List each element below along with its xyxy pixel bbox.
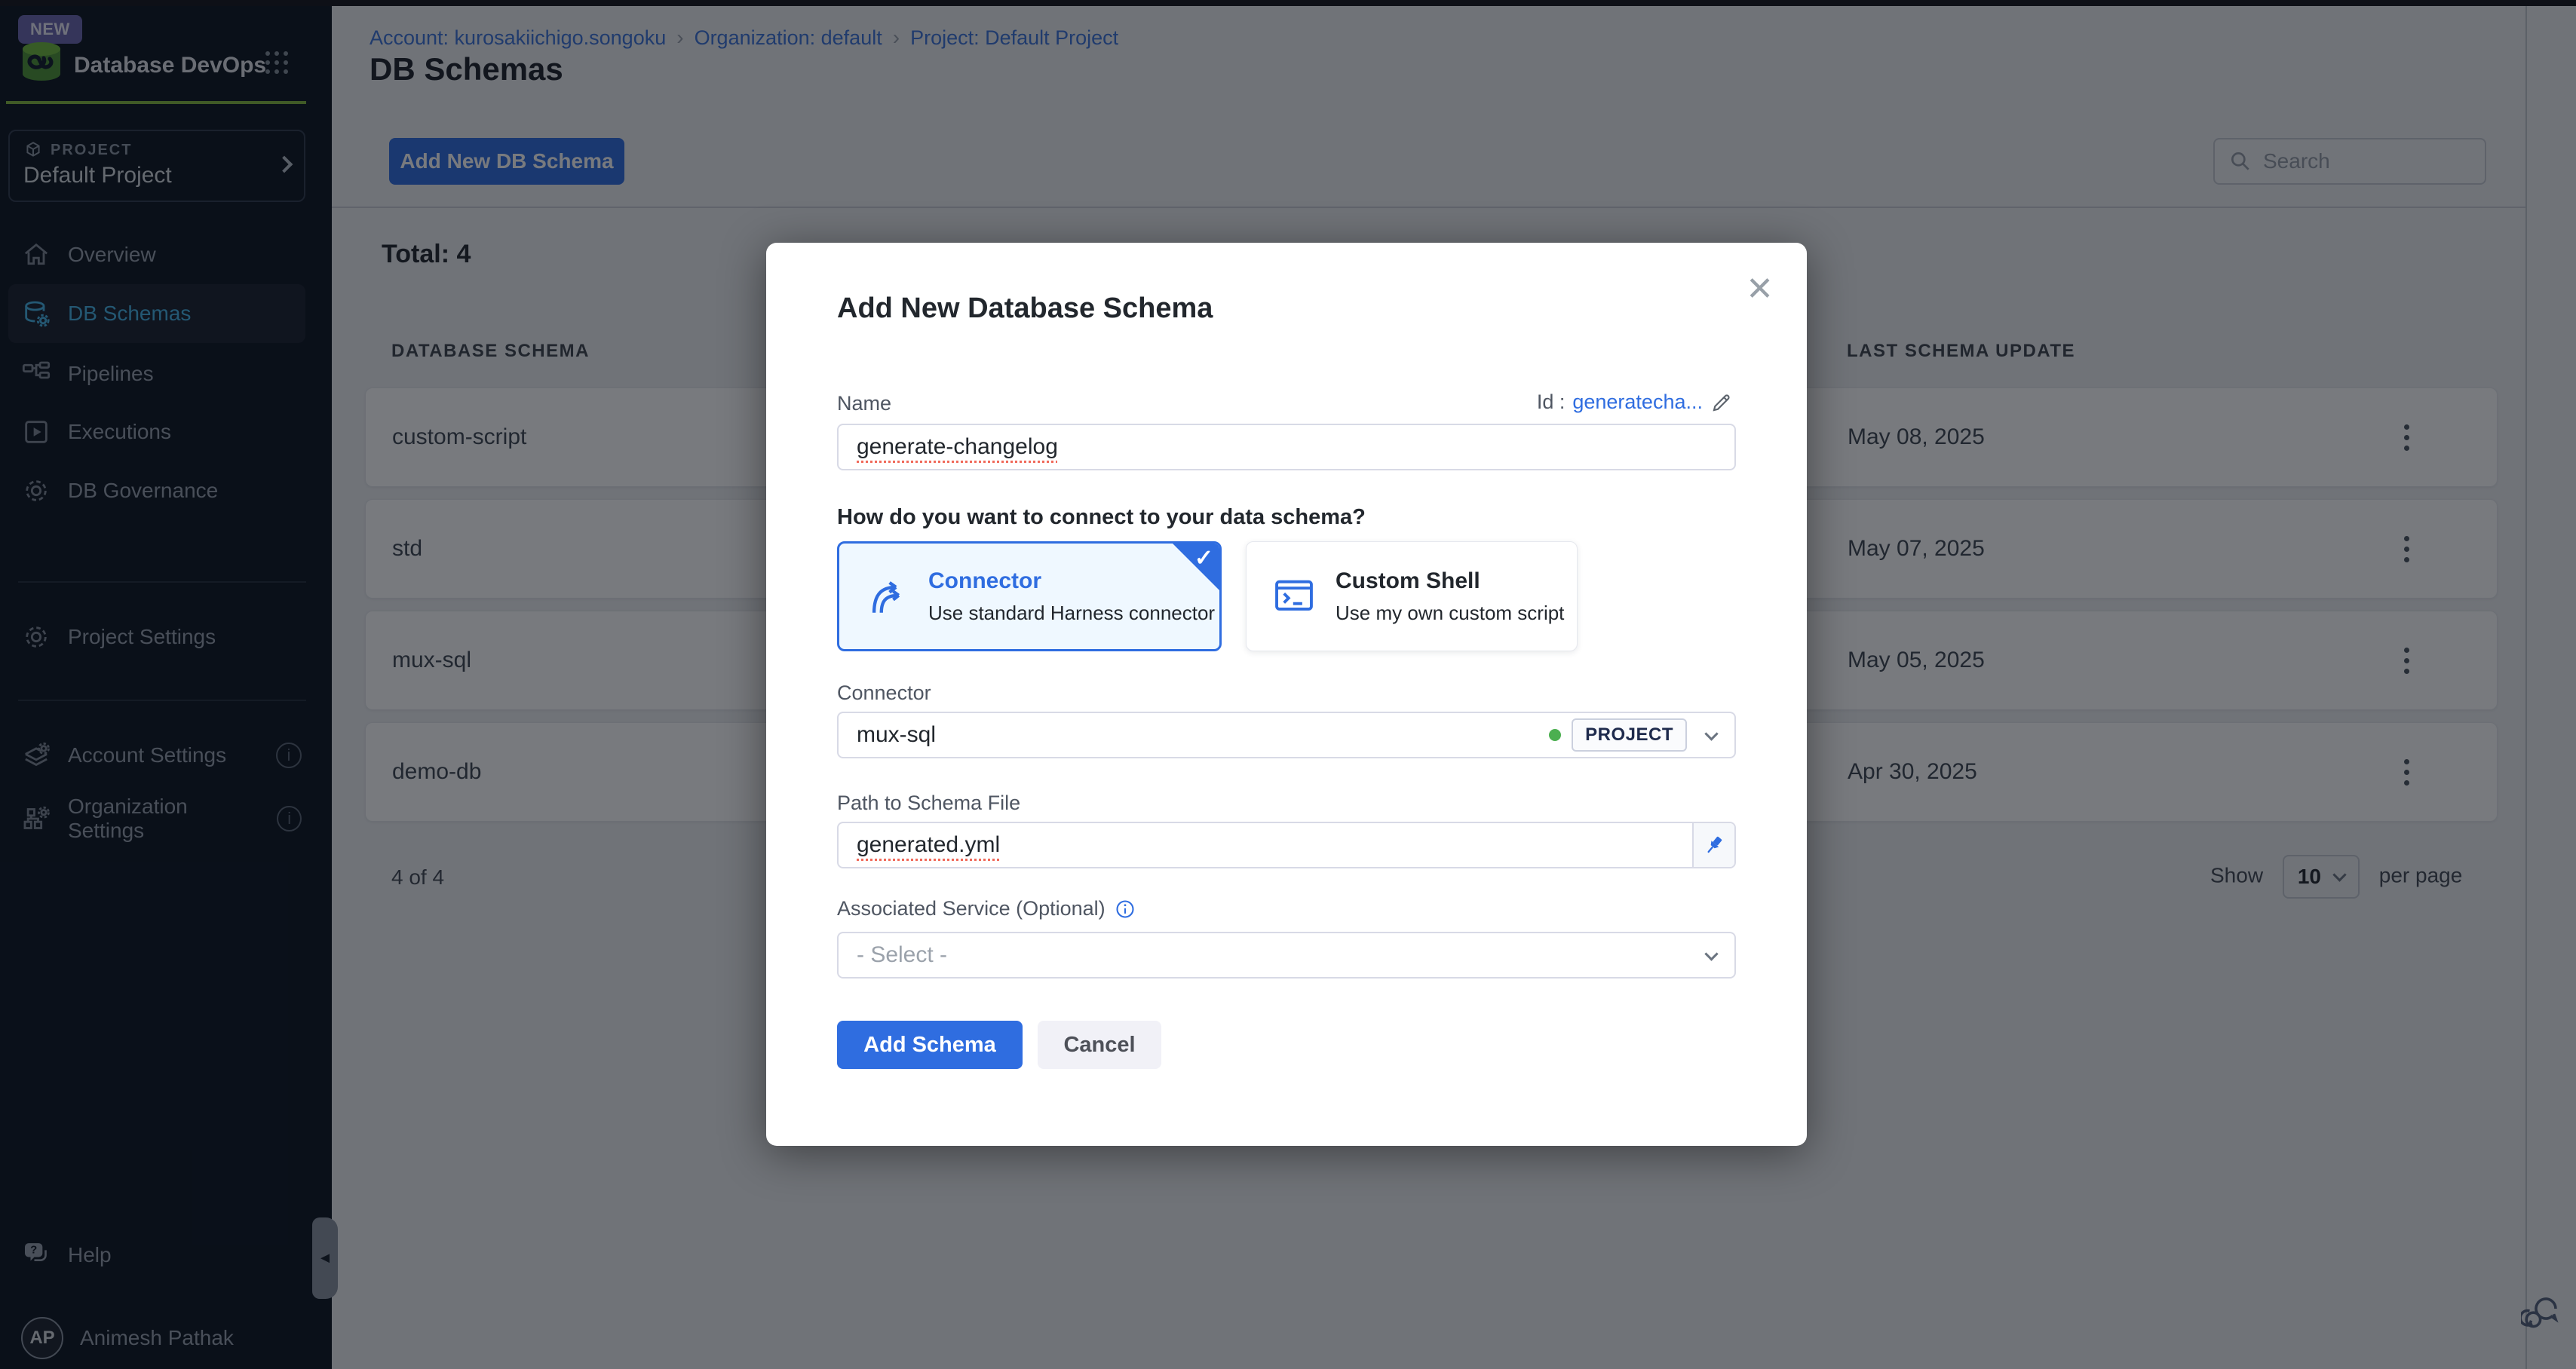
modal-title: Add New Database Schema <box>837 292 1213 325</box>
status-dot <box>1549 729 1561 741</box>
name-input[interactable]: generate-changelog <box>837 424 1736 470</box>
close-icon[interactable]: ✕ <box>1746 270 1774 308</box>
id-label: Id : <box>1537 390 1566 414</box>
support-chat-icon[interactable] <box>2521 1294 2560 1333</box>
connector-label: Connector <box>837 681 931 705</box>
option-subtitle: Use my own custom script <box>1336 602 1564 625</box>
chevron-down-icon <box>1704 947 1718 960</box>
service-placeholder: - Select - <box>857 942 947 968</box>
edit-id-icon[interactable] <box>1710 391 1733 414</box>
option-custom-shell[interactable]: Custom Shell Use my own custom script <box>1246 541 1578 651</box>
add-schema-modal: ✕ Add New Database Schema Name Id : gene… <box>766 243 1807 1146</box>
option-connector[interactable]: Connector Use standard Harness connector… <box>837 541 1222 651</box>
service-select[interactable]: - Select - <box>837 932 1736 979</box>
pin-button[interactable] <box>1692 823 1734 867</box>
cancel-button[interactable]: Cancel <box>1038 1021 1161 1069</box>
option-title: Custom Shell <box>1336 568 1564 594</box>
option-subtitle: Use standard Harness connector <box>928 602 1215 625</box>
name-input-value: generate-changelog <box>857 434 1058 460</box>
terminal-icon <box>1272 574 1316 618</box>
service-label: Associated Service (Optional) <box>837 897 1106 920</box>
check-icon: ✓ <box>1194 545 1213 571</box>
name-label: Name <box>837 392 891 415</box>
scope-badge: PROJECT <box>1572 718 1687 752</box>
service-label-row: Associated Service (Optional) <box>837 897 1136 920</box>
chevron-down-icon <box>1704 727 1718 740</box>
id-value-link[interactable]: generatecha... <box>1572 390 1703 414</box>
add-schema-button[interactable]: Add Schema <box>837 1021 1023 1069</box>
path-input[interactable]: generated.yml <box>837 822 1736 868</box>
path-input-value: generated.yml <box>857 832 1000 858</box>
connector-icon <box>865 574 909 618</box>
connector-value: mux-sql <box>857 722 936 748</box>
connector-select[interactable]: mux-sql PROJECT <box>837 712 1736 758</box>
path-label: Path to Schema File <box>837 792 1020 815</box>
entity-id: Id : generatecha... <box>1537 390 1733 414</box>
modal-actions: Add Schema Cancel <box>837 1021 1161 1069</box>
info-icon[interactable] <box>1115 899 1136 920</box>
connect-question: How do you want to connect to your data … <box>837 505 1366 530</box>
